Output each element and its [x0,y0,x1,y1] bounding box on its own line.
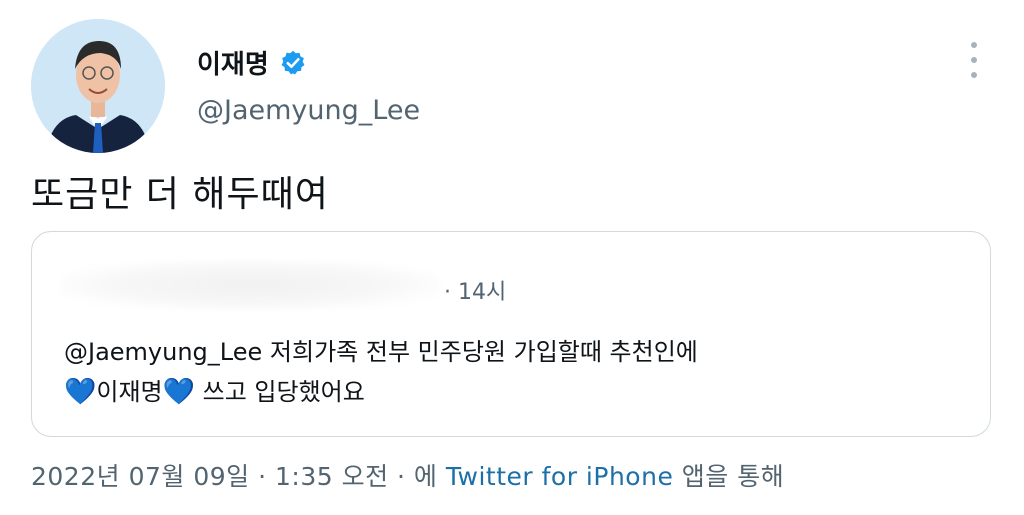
tweet-date[interactable]: 2022년 07월 09일 [31,462,250,491]
blurred-author-name [60,260,440,310]
display-name[interactable]: 이재명 [197,44,269,81]
quote-body: @Jaemyung_Lee 저희가족 전부 민주당원 가입할때 추천인에 💙이재… [64,332,698,412]
more-options-icon[interactable] [964,42,984,78]
source-suffix: 앱을 통해 [673,462,785,491]
blue-heart-icon: 💙 [162,377,195,407]
tweet-text: 또금만 더 해두때여 [31,174,329,215]
blue-heart-icon: 💙 [64,377,97,407]
quoted-tweet[interactable]: · 14시 @Jaemyung_Lee 저희가족 전부 민주당원 가입할때 추천… [31,231,991,437]
author-name-row[interactable]: 이재명 [197,44,307,81]
quote-text-line1: 저희가족 전부 민주당원 가입할때 추천인에 [269,338,698,366]
avatar[interactable] [31,19,165,153]
separator: · [249,462,275,491]
quote-name: 이재명 [96,378,163,406]
quote-timestamp[interactable]: · 14시 [444,274,506,306]
quote-mention[interactable]: @Jaemyung_Lee [64,338,262,366]
tweet-time[interactable]: 1:35 오전 [275,462,389,491]
source-link[interactable]: Twitter for iPhone [446,462,673,491]
separator: · 에 [388,462,446,491]
quote-text-line2: 쓰고 입당했어요 [202,378,365,406]
tweet-metadata: 2022년 07월 09일 · 1:35 오전 · 에 Twitter for … [31,457,784,493]
verified-badge-icon [279,49,307,77]
user-handle[interactable]: @Jaemyung_Lee [197,95,420,126]
